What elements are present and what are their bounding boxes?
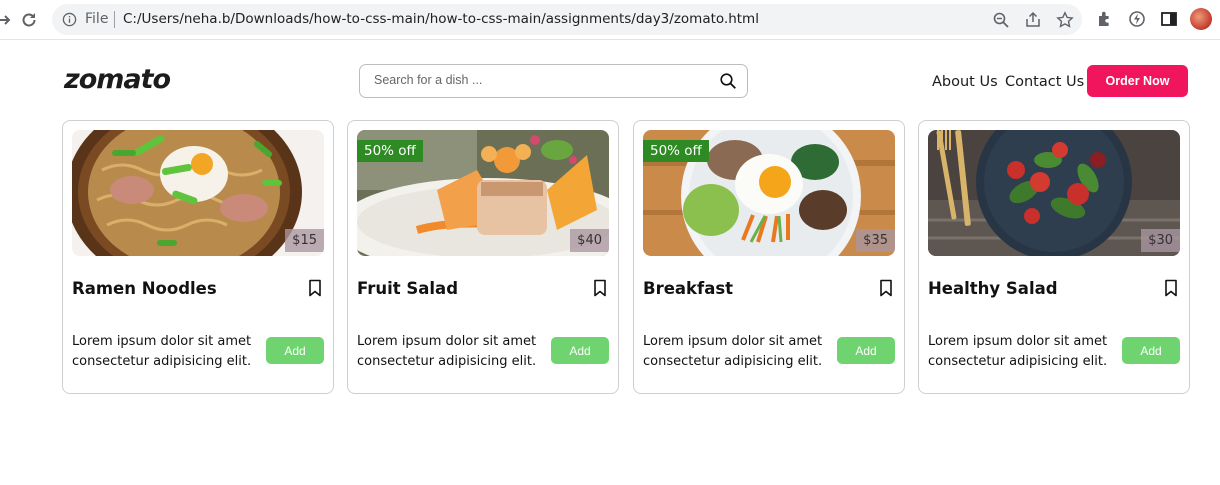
dish-description: Lorem ipsum dolor sit amet consectetur a…: [928, 334, 1108, 369]
price-tag: $30: [1141, 229, 1180, 252]
dish-description: Lorem ipsum dolor sit amet consectetur a…: [72, 334, 252, 369]
add-button[interactable]: Add: [1122, 337, 1180, 364]
bookmark-icon[interactable]: [592, 279, 608, 297]
address-bar[interactable]: File C:/Users/neha.b/Downloads/how-to-cs…: [52, 4, 1082, 35]
search-bar[interactable]: [359, 64, 748, 98]
discount-badge: 50% off: [643, 140, 709, 162]
forward-button[interactable]: [0, 8, 16, 32]
about-us-link[interactable]: About Us: [932, 74, 998, 90]
performance-icon[interactable]: [1128, 10, 1146, 28]
dish-description: Lorem ipsum dolor sit amet consectetur a…: [357, 334, 537, 369]
dish-description: Lorem ipsum dolor sit amet consectetur a…: [643, 334, 823, 369]
profile-avatar[interactable]: [1190, 8, 1212, 30]
divider: [114, 11, 115, 28]
reload-button[interactable]: [17, 8, 41, 32]
dish-image-ramen: $15: [72, 130, 324, 256]
side-panel-icon[interactable]: [1160, 10, 1178, 28]
share-icon[interactable]: [1024, 11, 1042, 29]
search-input[interactable]: [374, 73, 714, 87]
url-text[interactable]: C:/Users/neha.b/Downloads/how-to-css-mai…: [123, 11, 759, 27]
dish-title: Healthy Salad: [928, 279, 1058, 298]
dish-title: Fruit Salad: [357, 279, 459, 298]
reload-icon: [22, 13, 36, 27]
contact-us-link[interactable]: Contact Us: [1005, 74, 1084, 90]
zoom-icon[interactable]: [992, 11, 1010, 29]
add-button[interactable]: Add: [551, 337, 609, 364]
price-tag: $40: [570, 229, 609, 252]
extensions-icon[interactable]: [1096, 10, 1114, 28]
zomato-logo[interactable]: zomato: [64, 64, 171, 95]
search-icon[interactable]: [719, 72, 737, 90]
dish-card[interactable]: $15 Ramen Noodles Lorem ipsum dolor sit …: [62, 120, 334, 394]
browser-toolbar: File C:/Users/neha.b/Downloads/how-to-cs…: [0, 0, 1220, 40]
bookmark-icon[interactable]: [307, 279, 323, 297]
dish-card[interactable]: 50% off $40 Fruit Salad Lorem ipsum dolo…: [347, 120, 619, 394]
bookmark-icon[interactable]: [878, 279, 894, 297]
price-tag: $35: [856, 229, 895, 252]
add-button[interactable]: Add: [266, 337, 324, 364]
dish-title: Breakfast: [643, 279, 734, 298]
arrow-right-icon: [0, 15, 11, 25]
dish-image-healthy-salad: $30: [928, 130, 1180, 256]
dish-image-breakfast: 50% off $35: [643, 130, 895, 256]
dish-card[interactable]: $30 Healthy Salad Lorem ipsum dolor sit …: [918, 120, 1190, 394]
price-tag: $15: [285, 229, 324, 252]
dish-card[interactable]: 50% off $35 Breakfast Lorem ipsum dolor …: [633, 120, 905, 394]
file-label: File: [85, 11, 109, 27]
star-icon[interactable]: [1056, 11, 1074, 29]
discount-badge: 50% off: [357, 140, 423, 162]
dish-title: Ramen Noodles: [72, 279, 217, 298]
bookmark-icon[interactable]: [1163, 279, 1179, 297]
dish-image-fruit-salad: 50% off $40: [357, 130, 609, 256]
add-button[interactable]: Add: [837, 337, 895, 364]
info-icon[interactable]: [62, 12, 77, 27]
order-now-button[interactable]: Order Now: [1087, 65, 1188, 97]
